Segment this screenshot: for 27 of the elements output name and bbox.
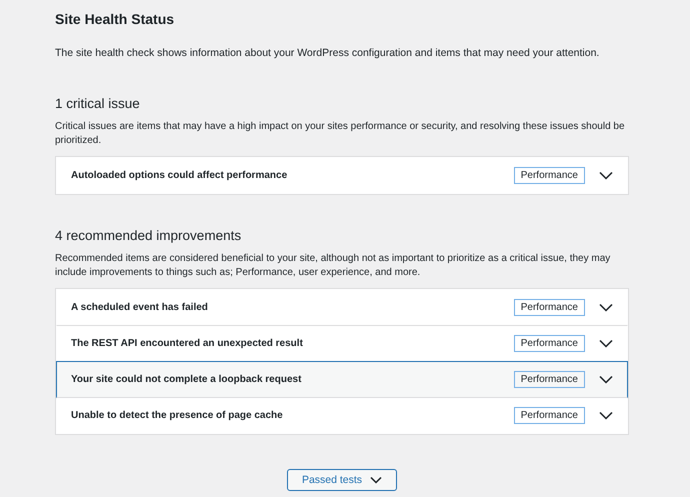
page-title: Site Health Status <box>55 10 176 29</box>
chevron-down-icon <box>370 476 382 484</box>
chevron-down-icon[interactable] <box>599 171 613 180</box>
issue-title: Your site could not complete a loopback request <box>71 374 302 385</box>
issue-row[interactable]: Your site could not complete a loopback request Performance <box>56 361 628 398</box>
issue-row[interactable]: Unable to detect the presence of page cache Performance <box>56 397 628 434</box>
section-description: Critical issues are items that may have a high impact on your sites performance or security, and resolving these issues should be prioritized. <box>55 120 626 148</box>
issue-row[interactable]: Autoloaded options could affect performance Performance <box>56 157 628 194</box>
category-badge: Performance <box>514 371 585 388</box>
issue-title: The REST API encountered an unexpected result <box>71 338 304 349</box>
category-badge: Performance <box>514 167 585 184</box>
category-badge: Performance <box>514 407 585 424</box>
issue-row[interactable]: A scheduled event has failed Performance <box>56 289 628 326</box>
section-heading: 4 recommended improvements <box>55 227 242 245</box>
chevron-down-icon[interactable] <box>599 303 613 312</box>
section-heading: 1 critical issue <box>55 95 141 113</box>
chevron-down-icon[interactable] <box>599 411 613 420</box>
category-badge: Performance <box>514 299 585 316</box>
issue-title: Unable to detect the presence of page cache <box>71 410 284 421</box>
chevron-down-icon[interactable] <box>599 339 613 348</box>
passed-tests-button[interactable]: Passed tests <box>286 469 398 491</box>
category-badge: Performance <box>514 335 585 352</box>
issue-title: A scheduled event has failed <box>71 302 209 313</box>
issue-title: Autoloaded options could affect performance <box>71 170 288 181</box>
chevron-down-icon[interactable] <box>599 375 613 384</box>
page-description: The site health check shows information about your WordPress configuration and items that may need your attention. <box>55 46 600 61</box>
section-description: Recommended items are considered beneficial to your site, although not as important to prioritize as a critical issue, they may include improvements to things such as; Performance, user experience, and more. <box>55 252 612 280</box>
